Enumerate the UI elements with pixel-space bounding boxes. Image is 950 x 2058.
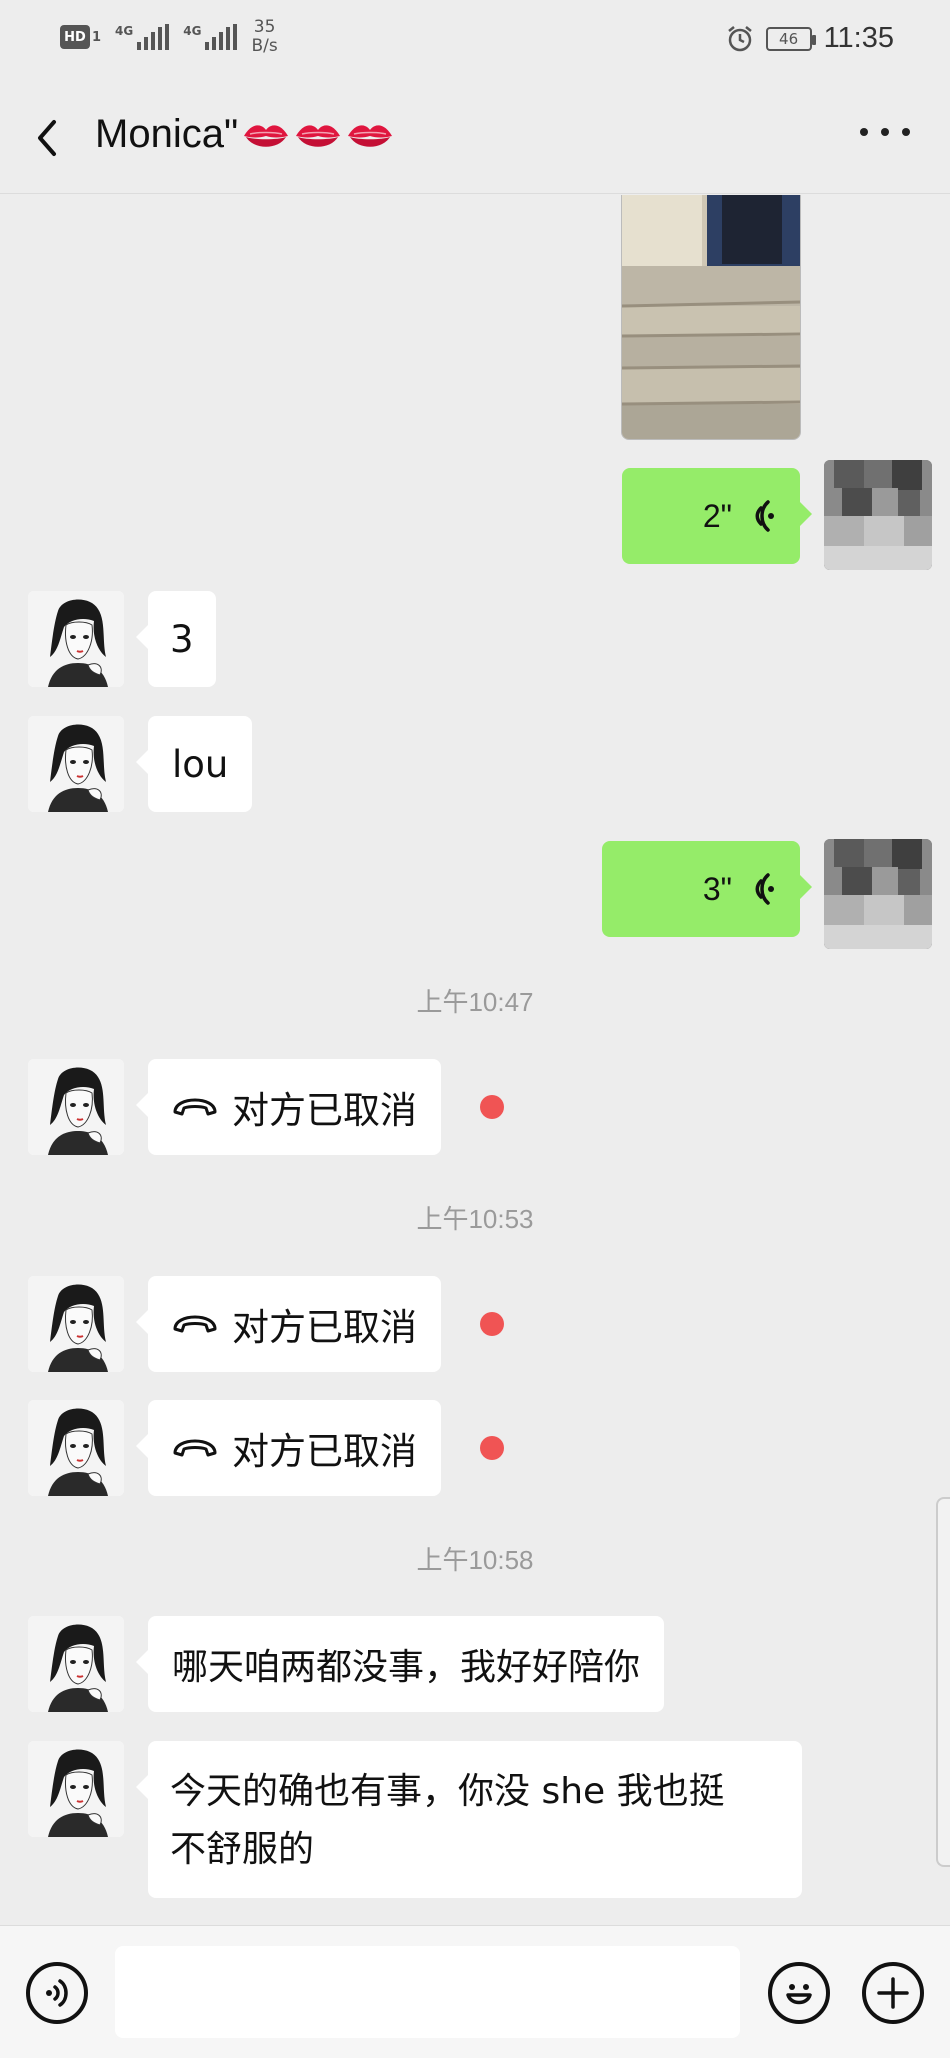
emoji-button[interactable] [768, 1962, 830, 2024]
alarm-icon [727, 25, 752, 51]
contact-avatar[interactable] [28, 591, 124, 687]
contact-avatar[interactable] [28, 1741, 124, 1837]
scrollbar[interactable] [936, 1497, 950, 1867]
input-bar [0, 1925, 950, 2058]
contact-avatar[interactable] [28, 1400, 124, 1496]
battery-icon: 46 [765, 26, 816, 51]
photo-thumbnail [622, 195, 800, 439]
message-line: 今天的确也有事，你没 she 我也挺 [170, 1771, 725, 1812]
network-speed: 35 B/s [251, 17, 278, 56]
signal-icon: 4G [183, 24, 238, 50]
voice-duration: 2" [702, 497, 732, 534]
text-message[interactable]: 3 [136, 591, 216, 687]
call-status-text: 对方已取消 [232, 1306, 417, 1349]
call-status-text: 对方已取消 [232, 1089, 417, 1132]
hd-badge: HD [60, 25, 90, 49]
text-message[interactable]: lou [135, 716, 253, 812]
status-left: HD 1 4G 4G 35 B/s [60, 18, 278, 56]
contact-avatar[interactable] [28, 1059, 124, 1155]
chat-title[interactable]: Monica" [95, 112, 394, 157]
emoji-icon [786, 1984, 812, 2005]
voice-wave-icon [755, 873, 774, 905]
call-message[interactable]: 对方已取消 [136, 1059, 441, 1155]
status-time: 11:35 [823, 22, 894, 54]
unread-dot [480, 1095, 504, 1119]
status-bar: HD 1 4G 4G 35 B/s 46 11:35 [0, 0, 950, 80]
contact-avatar[interactable] [28, 1616, 124, 1712]
message-line: 不舒服的 [170, 1829, 315, 1870]
phone-hangup-icon [173, 1098, 217, 1116]
unread-dot [480, 1312, 504, 1336]
unread-dot [480, 1436, 504, 1460]
kiss-mark-icon [244, 124, 289, 147]
message-list[interactable]: 2" 3 lou 3" 上午10:47 对方已取消 上午10:53 对方已取消 … [0, 195, 950, 1925]
voice-duration: 3" [702, 870, 732, 907]
kiss-mark-icon [348, 124, 393, 147]
voice-message[interactable]: 3" [602, 841, 812, 937]
status-right: 46 11:35 [726, 22, 894, 55]
more-options-button[interactable] [860, 128, 910, 142]
text-message[interactable]: 今天的确也有事，你没 she 我也挺 不舒服的 [136, 1741, 802, 1898]
phone-hangup-icon [173, 1439, 217, 1457]
call-status-text: 对方已取消 [232, 1430, 417, 1473]
contact-avatar[interactable] [28, 716, 124, 812]
message-timestamp: 上午10:53 [416, 1204, 534, 1234]
network-type: 4G [183, 24, 202, 38]
message-timestamp: 上午10:58 [416, 1545, 534, 1575]
kiss-mark-icon [296, 124, 341, 147]
back-arrow-icon[interactable] [28, 108, 68, 168]
call-message[interactable]: 对方已取消 [136, 1276, 441, 1372]
chat-header: Monica" [0, 80, 950, 194]
message-timestamp: 上午10:47 [416, 987, 534, 1017]
plus-icon [877, 1977, 909, 2009]
voice-wave-icon [755, 500, 774, 532]
text-message[interactable]: 哪天咱两都没事，我好好陪你 [135, 1616, 665, 1712]
voice-message[interactable]: 2" [622, 468, 812, 564]
message-input[interactable] [115, 1946, 740, 2038]
self-avatar[interactable] [824, 839, 932, 949]
image-message[interactable] [621, 195, 801, 440]
call-message[interactable]: 对方已取消 [136, 1400, 441, 1496]
network-type: 4G [115, 24, 134, 38]
signal-icon: 4G [115, 24, 170, 50]
contact-name: Monica" [95, 112, 239, 156]
phone-hangup-icon [173, 1315, 217, 1333]
contact-avatar[interactable] [28, 1276, 124, 1372]
self-avatar[interactable] [824, 460, 932, 570]
more-functions-button[interactable] [862, 1962, 924, 2024]
voice-icon [46, 1979, 68, 2007]
hd-sim-number: 1 [92, 29, 102, 45]
voice-input-button[interactable] [26, 1962, 88, 2024]
